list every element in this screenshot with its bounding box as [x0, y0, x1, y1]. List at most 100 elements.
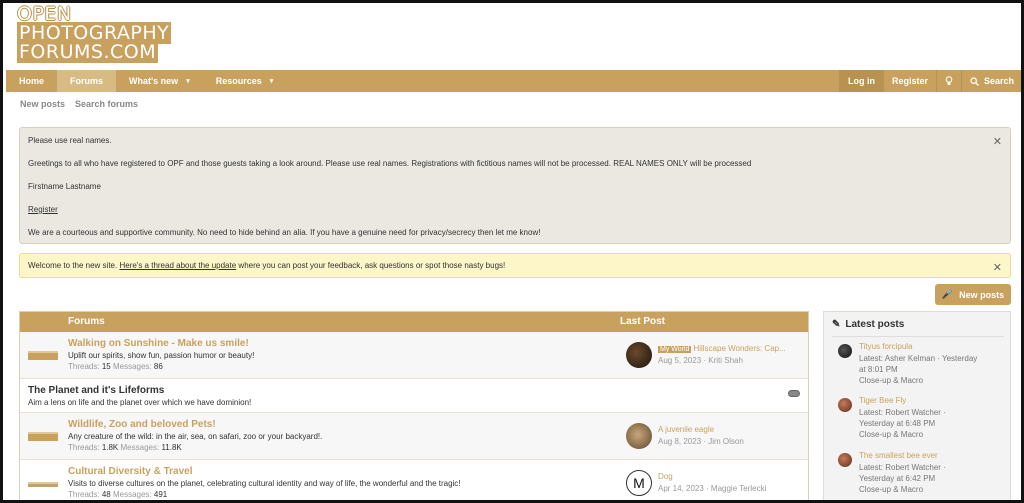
messages-count: 491	[153, 490, 168, 499]
main-navbar: Home Forums What's new ▾ Resources ▾ Log…	[6, 70, 1021, 92]
nav-resources-label: Resources	[215, 76, 262, 86]
forum-title[interactable]: Wildlife, Zoo and beloved Pets!	[68, 419, 216, 430]
nav-whats-new[interactable]: What's new ▾	[116, 70, 203, 92]
banner-text-pre: Welcome to the new site.	[28, 261, 120, 270]
threads-count: 15	[101, 362, 111, 371]
close-icon[interactable]: ✕	[993, 135, 1002, 148]
collapse-toggle-icon[interactable]	[788, 390, 800, 397]
avatar[interactable]	[838, 453, 852, 467]
banner-text-post: where you can post your feedback, ask qu…	[236, 261, 506, 270]
forums-list: Forums Last Post Walking on Sunshine - M…	[19, 311, 809, 500]
threads-count: 48	[101, 490, 111, 499]
welcome-banner: Welcome to the new site. Here's a thread…	[19, 253, 1011, 278]
sub-navigation: New posts Search forums	[20, 99, 138, 109]
site-logo[interactable]: OPEN PHOTOGRAPHY FORUMS.COM	[17, 5, 192, 65]
threads-label: Threads:	[68, 443, 100, 452]
forum-row[interactable]: Cultural Diversity & Travel Visits to di…	[20, 460, 808, 500]
threads-label: Threads:	[68, 490, 100, 499]
latest-post-forum[interactable]: Close-up & Macro	[859, 375, 1009, 386]
avatar[interactable]	[626, 423, 652, 449]
forum-new-icon	[28, 432, 58, 441]
latest-post-title[interactable]: Tiger Bee Fly	[859, 396, 906, 405]
nav-right: Log in Register Search	[838, 70, 1021, 92]
last-post-meta: Aug 8, 2023 · Jim Olson	[658, 437, 744, 446]
last-post-title[interactable]: Dog	[658, 472, 673, 481]
avatar[interactable]: M	[626, 470, 652, 496]
forum-row[interactable]: Wildlife, Zoo and beloved Pets! Any crea…	[20, 413, 808, 460]
category-description: Aim a lens on life and the planet over w…	[28, 398, 252, 407]
nav-forums[interactable]: Forums	[57, 70, 117, 92]
avatar[interactable]	[626, 342, 652, 368]
forum-stats: Threads: 48 Messages: 491	[68, 490, 167, 499]
forum-stats: Threads: 15 Messages: 86	[68, 362, 163, 371]
nav-whats-new-label: What's new	[129, 76, 179, 86]
latest-post-title[interactable]: The smallest bee ever	[859, 451, 938, 460]
forum-title[interactable]: Cultural Diversity & Travel	[68, 466, 193, 477]
logo-line-3: FORUMS.COM	[17, 41, 159, 63]
latest-post-line-2: Yesterday at 6:48 PM	[859, 419, 936, 428]
notice-community-text: We are a courteous and supportive commun…	[28, 228, 541, 237]
last-post-title[interactable]: My World Hillscape Wonders: Cap...	[658, 344, 786, 353]
forum-read-icon	[28, 482, 58, 487]
forums-column-header: Forums	[68, 316, 105, 327]
subnav-new-posts[interactable]: New posts	[20, 99, 65, 109]
page-frame: OPEN PHOTOGRAPHY FORUMS.COM Home Forums …	[0, 0, 1024, 503]
pencil-icon: 🎤	[941, 289, 954, 299]
forum-new-icon	[28, 351, 58, 360]
new-posts-label: New posts	[959, 289, 1005, 300]
forum-title[interactable]: Walking on Sunshine - Make us smile!	[68, 338, 249, 349]
subnav-search-forums[interactable]: Search forums	[75, 99, 138, 109]
avatar[interactable]	[838, 344, 852, 358]
nav-home[interactable]: Home	[6, 70, 57, 92]
notice-register-link[interactable]: Register	[28, 205, 1002, 214]
widget-title: ✎ Latest posts	[832, 319, 904, 330]
latest-post-title[interactable]: Tityus forcipula	[859, 342, 913, 351]
latest-post-forum[interactable]: Close-up & Macro	[859, 484, 1009, 495]
category-title[interactable]: The Planet and it's Lifeforms	[28, 385, 164, 396]
last-post-title[interactable]: A juvenile eagle	[658, 425, 714, 434]
search-label: Search	[983, 76, 1014, 86]
messages-count: 11.8K	[161, 443, 182, 452]
latest-post-meta: Latest: Asher Kelman · Yesterday at 8:01…	[859, 353, 1009, 386]
forum-row[interactable]: Walking on Sunshine - Make us smile! Upl…	[20, 332, 808, 379]
chevron-down-icon[interactable]: ▾	[186, 77, 190, 85]
forum-description: Uplift our spirits, show fun, passion hu…	[68, 351, 255, 360]
latest-post-line-1: Latest: Robert Watcher ·	[859, 463, 946, 472]
latest-post-line-2: Yesterday at 6:42 PM	[859, 474, 936, 483]
avatar[interactable]	[838, 398, 852, 412]
latest-post-line-1: Latest: Asher Kelman · Yesterday	[859, 354, 978, 363]
last-post-title-text: Hillscape Wonders: Cap...	[693, 344, 786, 353]
notice-greeting: Greetings to all who have registered to …	[28, 159, 752, 168]
widget-title-text: Latest posts	[845, 319, 905, 330]
divider	[832, 336, 1004, 337]
pencil-icon: ✎	[832, 319, 841, 330]
chevron-down-icon[interactable]: ▾	[270, 77, 274, 85]
latest-post-line-2: at 8:01 PM	[859, 365, 898, 374]
search-icon	[970, 76, 979, 86]
latest-post-line-1: Latest: Robert Watcher ·	[859, 408, 946, 417]
messages-label: Messages:	[112, 490, 152, 499]
forum-description: Visits to diverse cultures on the planet…	[68, 479, 461, 488]
latest-post-meta: Latest: Robert Watcher · Yesterday at 6:…	[859, 462, 1009, 495]
prefix-tag: My World	[658, 346, 692, 353]
forum-stats: Threads: 1.8K Messages: 11.8K	[68, 443, 182, 452]
last-post-meta: Apr 14, 2023 · Maggie Terlecki	[658, 484, 767, 493]
login-button[interactable]: Log in	[838, 70, 883, 92]
latest-posts-widget: ✎ Latest posts Tityus forcipula Latest: A…	[823, 311, 1011, 500]
category-block: The Planet and it's Lifeforms Aim a lens…	[20, 379, 808, 413]
last-post-column-header: Last Post	[620, 316, 666, 327]
search-button[interactable]: Search	[960, 70, 1021, 92]
threads-count: 1.8K	[101, 443, 119, 452]
new-posts-button[interactable]: 🎤 New posts	[935, 284, 1011, 305]
lightbulb-icon[interactable]	[935, 70, 961, 92]
notice-heading: Please use real names.	[28, 136, 112, 145]
messages-label: Messages:	[120, 443, 160, 452]
register-button[interactable]: Register	[882, 70, 936, 92]
latest-post-forum[interactable]: Close-up & Macro	[859, 429, 1009, 440]
real-names-notice: Please use real names. Greetings to all …	[19, 127, 1011, 244]
close-icon[interactable]: ✕	[993, 261, 1002, 274]
latest-post-meta: Latest: Robert Watcher · Yesterday at 6:…	[859, 407, 1009, 440]
nav-resources[interactable]: Resources ▾	[203, 70, 287, 92]
banner-thread-link[interactable]: Here's a thread about the update	[119, 261, 236, 270]
last-post-meta: Aug 5, 2023 · Kriti Shah	[658, 356, 743, 365]
